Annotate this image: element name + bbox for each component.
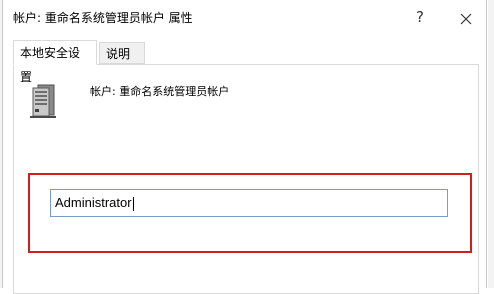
- background-window-right: [488, 0, 494, 288]
- account-name-value: Administrator: [55, 195, 132, 210]
- tab-local-security-setting[interactable]: 本地安全设置: [13, 40, 97, 84]
- policy-label: 帐户: 重命名系统管理员帐户: [90, 85, 230, 98]
- account-name-input[interactable]: Administrator: [50, 189, 448, 217]
- help-button[interactable]: ?: [405, 5, 435, 29]
- close-icon: [460, 13, 472, 24]
- title-bar: 帐户: 重命名系统管理员帐户 属性 ?: [3, 0, 486, 34]
- close-button[interactable]: [449, 5, 483, 29]
- tab-page: 帐户: 重命名系统管理员帐户 Administrator: [13, 64, 479, 294]
- text-caret: [132, 196, 134, 211]
- server-icon: [30, 84, 56, 118]
- dialog-title: 帐户: 重命名系统管理员帐户 属性: [13, 11, 193, 25]
- properties-dialog: 帐户: 重命名系统管理员帐户 属性 ? 本地安全设置 说明 帐户: 重命名系统管…: [2, 0, 487, 294]
- tab-explain[interactable]: 说明: [99, 42, 145, 64]
